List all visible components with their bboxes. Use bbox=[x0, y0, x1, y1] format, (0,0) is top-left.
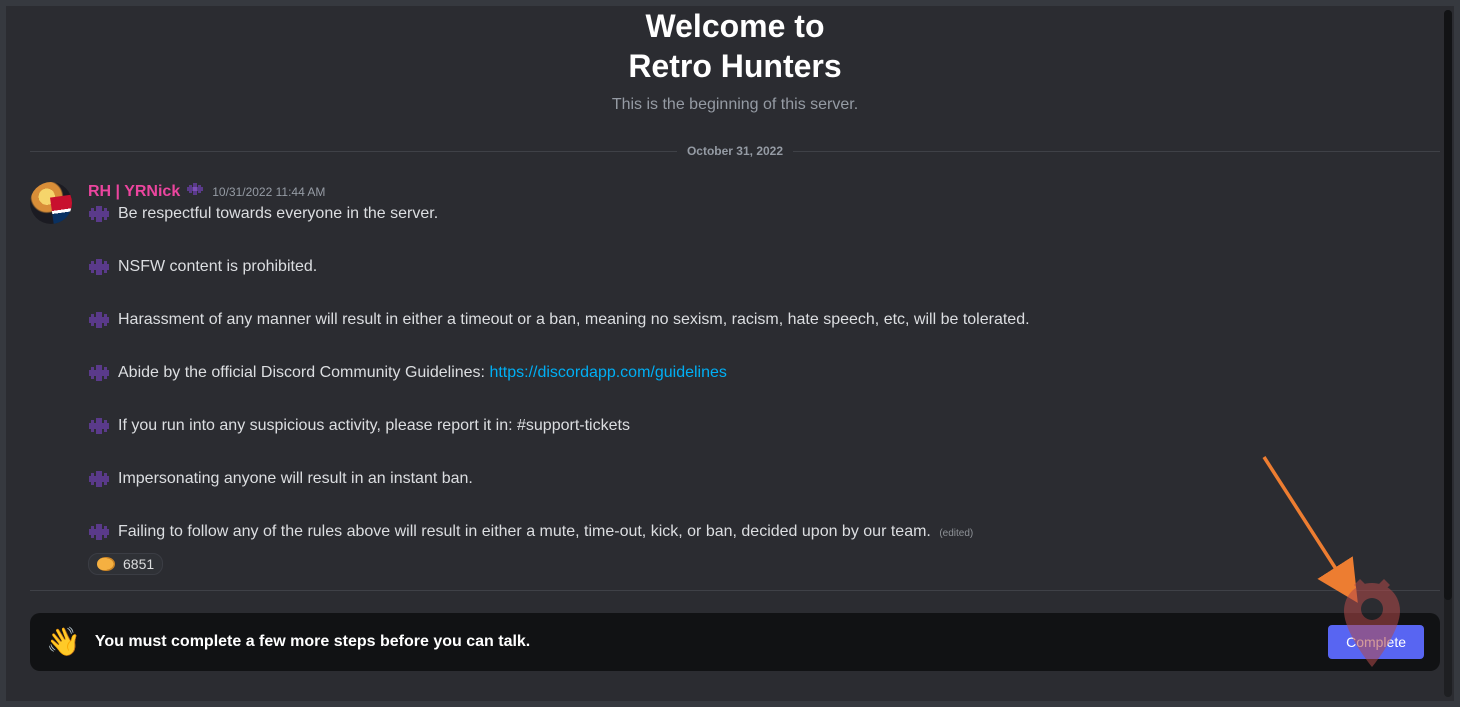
scrollbar-thumb[interactable] bbox=[1444, 10, 1452, 600]
rule-text: Be respectful towards everyone in the se… bbox=[118, 203, 438, 225]
channel-scroll-area: Welcome to Retro Hunters This is the beg… bbox=[30, 6, 1440, 591]
username[interactable]: RH | YRNick bbox=[88, 183, 180, 201]
server-tag-icon bbox=[186, 182, 204, 196]
invader-icon bbox=[88, 415, 110, 437]
rule-text: Harassment of any manner will result in … bbox=[118, 309, 1030, 331]
message-header: RH | YRNick 10/31/2022 11:44 AM bbox=[88, 182, 1440, 201]
invader-icon bbox=[88, 203, 110, 225]
rule-text-main: Failing to follow any of the rules above… bbox=[118, 523, 931, 540]
wave-icon: 👋 bbox=[46, 628, 81, 656]
rule-text: Impersonating anyone will result in an i… bbox=[118, 468, 473, 490]
guidelines-link[interactable]: https://discordapp.com/guidelines bbox=[489, 364, 726, 381]
edited-marker: (edited) bbox=[939, 528, 973, 539]
invader-icon bbox=[88, 362, 110, 384]
message-body: RH | YRNick 10/31/2022 11:44 AM Be respe… bbox=[88, 182, 1440, 576]
rule-line: Harassment of any manner will result in … bbox=[88, 309, 1440, 331]
rule-line: Impersonating anyone will result in an i… bbox=[88, 468, 1440, 490]
rule-line: If you run into any suspicious activity,… bbox=[88, 415, 1440, 437]
welcome-subtitle: This is the beginning of this server. bbox=[30, 96, 1440, 114]
invader-icon bbox=[88, 521, 110, 543]
rule-line: Abide by the official Discord Community … bbox=[88, 362, 1440, 384]
message: RH | YRNick 10/31/2022 11:44 AM Be respe… bbox=[30, 182, 1440, 576]
rule-text: If you run into any suspicious activity,… bbox=[118, 415, 630, 437]
app-frame: Welcome to Retro Hunters This is the beg… bbox=[6, 6, 1454, 701]
rule-text: NSFW content is prohibited. bbox=[118, 256, 317, 278]
rule-line: Failing to follow any of the rules above… bbox=[88, 521, 1440, 545]
complete-button[interactable]: Complete bbox=[1328, 625, 1424, 659]
invader-icon bbox=[88, 256, 110, 278]
date-divider: October 31, 2022 bbox=[30, 142, 1440, 160]
date-divider-label: October 31, 2022 bbox=[677, 144, 793, 158]
invader-icon bbox=[88, 468, 110, 490]
message-timestamp: 10/31/2022 11:44 AM bbox=[212, 185, 325, 199]
invader-icon bbox=[88, 309, 110, 331]
rule-line: Be respectful towards everyone in the se… bbox=[88, 203, 1440, 225]
welcome-title-line-2: Retro Hunters bbox=[30, 46, 1440, 86]
reaction-pill[interactable]: 6851 bbox=[88, 553, 163, 575]
rule-text: Failing to follow any of the rules above… bbox=[118, 521, 973, 545]
handshake-icon bbox=[97, 557, 115, 571]
reaction-count: 6851 bbox=[123, 556, 154, 572]
avatar[interactable] bbox=[30, 182, 72, 224]
welcome-title-line-1: Welcome to bbox=[30, 6, 1440, 46]
welcome-block: Welcome to Retro Hunters This is the beg… bbox=[30, 6, 1440, 114]
rule-text-prefix: Abide by the official Discord Community … bbox=[118, 364, 489, 381]
membership-gate-text: You must complete a few more steps befor… bbox=[95, 633, 1314, 651]
membership-gate-bar: 👋 You must complete a few more steps bef… bbox=[30, 613, 1440, 671]
rule-text: Abide by the official Discord Community … bbox=[118, 362, 727, 384]
rule-line: NSFW content is prohibited. bbox=[88, 256, 1440, 278]
